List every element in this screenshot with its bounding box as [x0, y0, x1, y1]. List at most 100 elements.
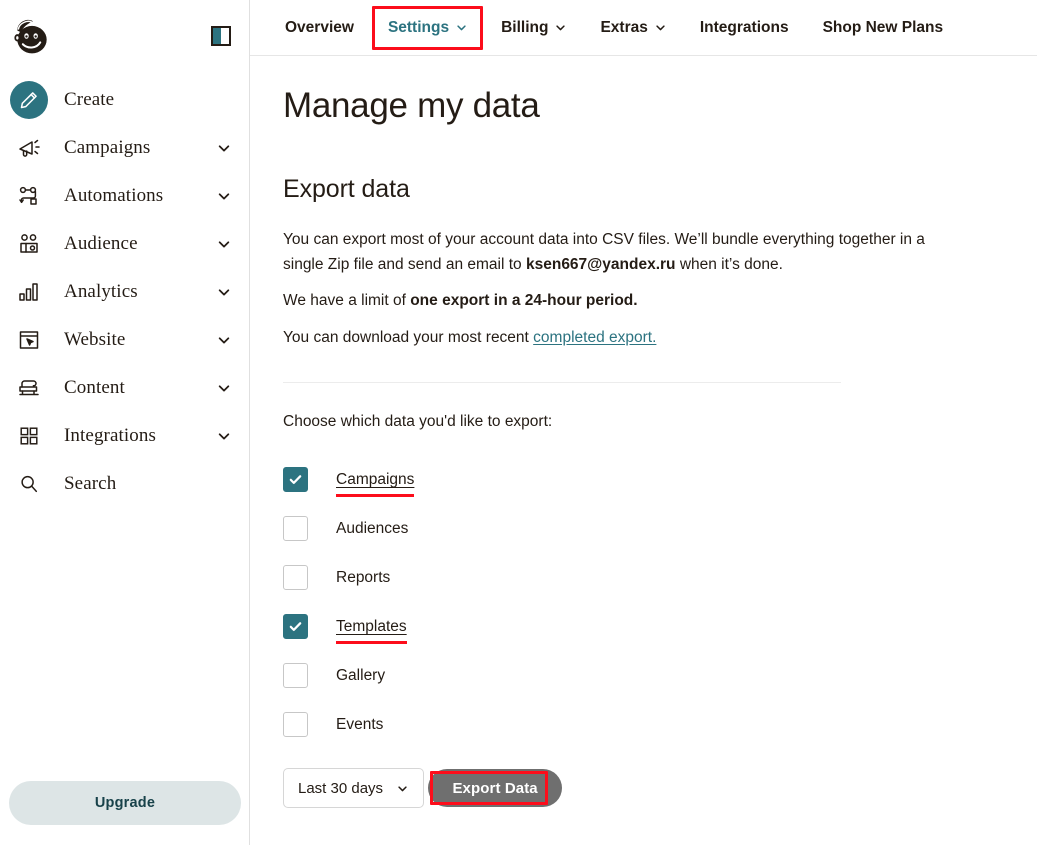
- section-divider: [283, 382, 841, 383]
- tab-label: Settings: [388, 19, 449, 37]
- chevron-down-icon: [217, 237, 231, 251]
- sidebar-item-label: Automations: [64, 185, 217, 207]
- checkbox-reports[interactable]: [283, 565, 308, 590]
- search-icon: [10, 465, 48, 503]
- sidebar-item-campaigns[interactable]: Campaigns: [0, 124, 249, 172]
- date-range-value: Last 30 days: [298, 780, 383, 797]
- pencil-icon: [10, 81, 48, 119]
- tab-label: Shop New Plans: [823, 19, 944, 37]
- chevron-down-icon: [217, 189, 231, 203]
- chevron-down-icon: [555, 22, 566, 33]
- checkbox-label-text: Events: [336, 716, 383, 733]
- checkbox-events[interactable]: [283, 712, 308, 737]
- tab-settings[interactable]: Settings: [386, 15, 469, 41]
- intro-text-part2: when it’s done.: [676, 256, 783, 273]
- panel-toggle-icon[interactable]: [211, 26, 231, 46]
- checkbox-row-gallery[interactable]: Gallery: [283, 651, 1037, 700]
- export-data-button[interactable]: Export Data: [428, 769, 561, 807]
- top-tab-bar: Overview Settings Billing Extras Integra…: [250, 0, 1037, 56]
- tab-shop-new-plans[interactable]: Shop New Plans: [821, 15, 946, 41]
- export-checkbox-list: Campaigns Audiences: [283, 455, 1037, 749]
- download-text: You can download your most recent: [283, 329, 533, 346]
- limit-text: We have a limit of: [283, 292, 410, 309]
- tab-integrations[interactable]: Integrations: [698, 15, 791, 41]
- export-intro-paragraph: You can export most of your account data…: [283, 228, 928, 277]
- tab-billing[interactable]: Billing: [499, 15, 568, 41]
- checkbox-row-audiences[interactable]: Audiences: [283, 504, 1037, 553]
- checkbox-label-text: Campaigns: [336, 471, 414, 488]
- bar-chart-icon: [10, 273, 48, 311]
- checkbox-label: Reports: [336, 569, 390, 587]
- export-limit-paragraph: We have a limit of one export in a 24-ho…: [283, 289, 928, 314]
- settings-content: Manage my data Export data You can expor…: [250, 56, 1037, 808]
- megaphone-icon: [10, 129, 48, 167]
- sidebar-item-audience[interactable]: Audience: [0, 220, 249, 268]
- checkbox-row-events[interactable]: Events: [283, 700, 1037, 749]
- sidebar-header: [0, 0, 249, 72]
- sidebar-item-label: Create: [64, 89, 231, 111]
- checkbox-label: Events: [336, 716, 383, 734]
- checkbox-label-text: Audiences: [336, 520, 408, 537]
- completed-export-link[interactable]: completed export.: [533, 329, 656, 346]
- sidebar-item-label: Content: [64, 377, 217, 399]
- annotation-underline-templates: [336, 641, 407, 644]
- chevron-down-icon: [397, 783, 408, 794]
- chevron-down-icon: [217, 429, 231, 443]
- chevron-down-icon: [217, 333, 231, 347]
- checkbox-label: Audiences: [336, 520, 408, 538]
- sidebar-item-label: Search: [64, 473, 231, 495]
- sidebar-item-label: Audience: [64, 233, 217, 255]
- sidebar: Create Campaigns: [0, 0, 250, 845]
- checkbox-row-templates[interactable]: Templates: [283, 602, 1037, 651]
- website-icon: [10, 321, 48, 359]
- tab-extras[interactable]: Extras: [598, 15, 667, 41]
- checkbox-label: Templates: [336, 618, 407, 636]
- export-button-group: Export Data: [428, 769, 561, 807]
- sidebar-item-content[interactable]: Content: [0, 364, 249, 412]
- sidebar-item-analytics[interactable]: Analytics: [0, 268, 249, 316]
- sidebar-item-create[interactable]: Create: [0, 76, 249, 124]
- chevron-down-icon: [217, 285, 231, 299]
- checkbox-row-campaigns[interactable]: Campaigns: [283, 455, 1037, 504]
- date-range-select[interactable]: Last 30 days: [283, 768, 424, 808]
- automations-icon: [10, 177, 48, 215]
- chevron-down-icon: [217, 141, 231, 155]
- tab-label: Integrations: [700, 19, 789, 37]
- checkbox-label-text: Gallery: [336, 667, 385, 684]
- audience-icon: [10, 225, 48, 263]
- download-export-paragraph: You can download your most recent comple…: [283, 326, 928, 351]
- sidebar-item-label: Website: [64, 329, 217, 351]
- checkbox-row-reports[interactable]: Reports: [283, 553, 1037, 602]
- checkbox-label-text: Templates: [336, 618, 407, 635]
- grid-icon: [10, 417, 48, 455]
- app-root: Create Campaigns: [0, 0, 1037, 845]
- checkbox-templates[interactable]: [283, 614, 308, 639]
- choose-data-label: Choose which data you'd like to export:: [283, 413, 1037, 431]
- chevron-down-icon: [217, 381, 231, 395]
- checkbox-gallery[interactable]: [283, 663, 308, 688]
- checkbox-campaigns[interactable]: [283, 467, 308, 492]
- tab-label: Overview: [285, 19, 354, 37]
- upgrade-button[interactable]: Upgrade: [9, 781, 241, 825]
- annotation-underline-campaigns: [336, 494, 414, 497]
- upgrade-section: Upgrade: [0, 781, 250, 825]
- chevron-down-icon: [456, 22, 467, 33]
- tab-label: Billing: [501, 19, 548, 37]
- sidebar-item-website[interactable]: Website: [0, 316, 249, 364]
- sidebar-nav: Create Campaigns: [0, 72, 249, 508]
- account-email: ksen667@yandex.ru: [526, 256, 676, 273]
- sidebar-item-automations[interactable]: Automations: [0, 172, 249, 220]
- section-title-export-data: Export data: [283, 175, 1037, 204]
- tab-overview[interactable]: Overview: [283, 15, 356, 41]
- checkbox-audiences[interactable]: [283, 516, 308, 541]
- checkbox-label: Campaigns: [336, 471, 414, 489]
- chevron-down-icon: [655, 22, 666, 33]
- main-content: Overview Settings Billing Extras Integra…: [250, 0, 1037, 845]
- sidebar-item-label: Campaigns: [64, 137, 217, 159]
- sidebar-item-search[interactable]: Search: [0, 460, 249, 508]
- checkbox-label: Gallery: [336, 667, 385, 685]
- sidebar-item-integrations[interactable]: Integrations: [0, 412, 249, 460]
- page-title: Manage my data: [283, 86, 1037, 126]
- mailchimp-freddie-logo[interactable]: [10, 14, 54, 58]
- limit-bold-text: one export in a 24-hour period.: [410, 292, 637, 309]
